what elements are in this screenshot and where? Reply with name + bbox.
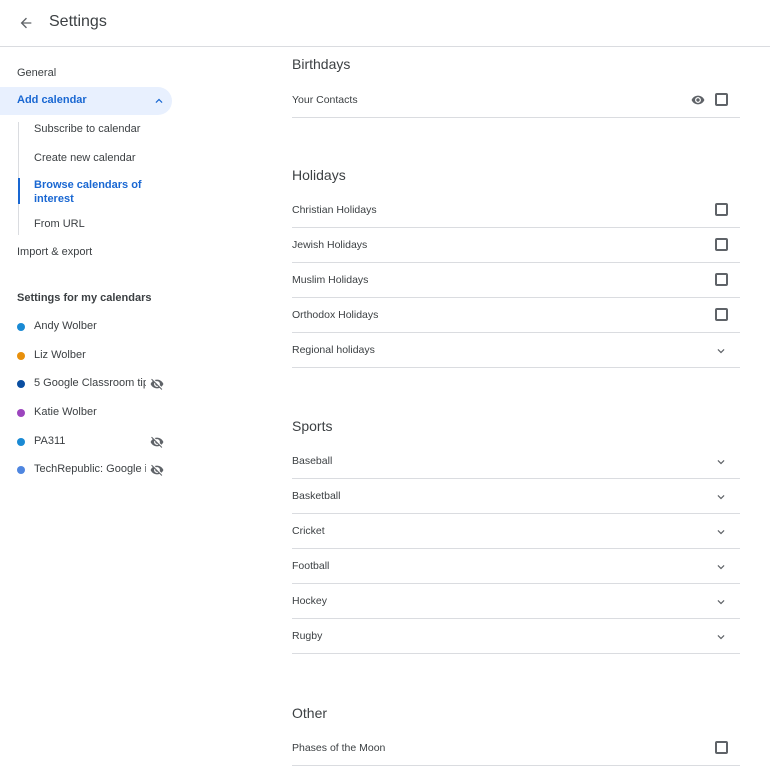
calendar-name: PA311 [34, 435, 66, 447]
active-indicator [18, 178, 20, 204]
expandable-row[interactable]: Basketball [292, 479, 740, 514]
chevron-down-icon[interactable] [714, 344, 728, 358]
sidebar-item-create-calendar[interactable]: Create new calendar [34, 152, 136, 164]
expandable-row-label: Football [292, 560, 330, 572]
calendar-checkbox[interactable] [715, 273, 728, 286]
expandable-row[interactable]: Rugby [292, 619, 740, 654]
sidebar-calendar-item[interactable]: PA311 [0, 432, 172, 452]
calendar-option-row[interactable]: Phases of the Moon [292, 731, 740, 766]
calendar-option-label: Phases of the Moon [292, 742, 386, 754]
chevron-down-icon[interactable] [714, 630, 728, 644]
section-title-birthdays: Birthdays [292, 56, 351, 72]
calendar-checkbox[interactable] [715, 203, 728, 216]
chevron-down-icon[interactable] [714, 455, 728, 469]
expandable-row[interactable]: Football [292, 549, 740, 584]
expandable-row[interactable]: Regional holidays [292, 333, 740, 368]
expandable-row-label: Rugby [292, 630, 323, 642]
back-button[interactable] [14, 11, 38, 35]
eye-off-icon [150, 378, 164, 390]
page-title: Settings [49, 13, 107, 30]
sidebar-item-browse-calendars[interactable]: Browse calendars of interest [34, 178, 154, 206]
eye-off-icon [150, 464, 164, 476]
chevron-down-icon[interactable] [714, 595, 728, 609]
chevron-down-icon[interactable] [714, 560, 728, 574]
eye-off-icon [150, 436, 164, 448]
calendar-option-label: Muslim Holidays [292, 274, 369, 286]
section-title-other: Other [292, 705, 328, 721]
calendar-checkbox[interactable] [715, 93, 728, 106]
expandable-row[interactable]: Hockey [292, 584, 740, 619]
expandable-row-label: Regional holidays [292, 344, 375, 356]
calendar-option-label: Christian Holidays [292, 204, 377, 216]
calendar-option-row[interactable]: Jewish Holidays [292, 228, 740, 263]
expandable-row-label: Basketball [292, 490, 341, 502]
sidebar-calendar-item[interactable]: Liz Wolber [0, 346, 172, 366]
calendar-checkbox[interactable] [715, 741, 728, 754]
sidebar-item-label: Browse calendars of [34, 179, 142, 191]
sidebar-item-import-export[interactable]: Import & export [17, 246, 92, 258]
calendar-name: Katie Wolber [34, 406, 97, 418]
arrow-back-icon [20, 17, 32, 29]
section-title-sports: Sports [292, 418, 333, 434]
sidebar-item-from-url[interactable]: From URL [34, 218, 85, 230]
calendar-option-row[interactable]: Your Contacts [292, 83, 740, 118]
expandable-row[interactable]: Baseball [292, 444, 740, 479]
calendar-option-row[interactable]: Orthodox Holidays [292, 298, 740, 333]
calendar-color-dot [17, 438, 25, 446]
calendar-name: Liz Wolber [34, 349, 86, 361]
sidebar-item-add-calendar[interactable]: Add calendar [0, 87, 172, 115]
calendar-name: 5 Google Classroom tips [34, 377, 146, 389]
calendar-name: Andy Wolber [34, 320, 97, 332]
expandable-row[interactable]: Cricket [292, 514, 740, 549]
calendar-option-label: Your Contacts [292, 94, 358, 106]
expandable-row-label: Cricket [292, 525, 325, 537]
calendar-checkbox[interactable] [715, 308, 728, 321]
chevron-down-icon[interactable] [714, 525, 728, 539]
sidebar-item-subscribe[interactable]: Subscribe to calendar [34, 123, 140, 135]
calendar-option-row[interactable]: Christian Holidays [292, 193, 740, 228]
calendar-option-label: Jewish Holidays [292, 239, 368, 251]
eye-icon[interactable] [690, 93, 706, 107]
chevron-up-icon[interactable] [152, 94, 166, 108]
sidebar-item-label: interest [34, 193, 74, 205]
calendar-color-dot [17, 352, 25, 360]
section-title-holidays: Holidays [292, 167, 346, 183]
calendar-option-row[interactable]: Muslim Holidays [292, 263, 740, 298]
sidebar-calendar-item[interactable]: 5 Google Classroom tips [0, 374, 172, 394]
expandable-row-label: Hockey [292, 595, 328, 607]
sidebar-item-label: Add calendar [17, 94, 87, 106]
calendar-color-dot [17, 380, 25, 388]
sidebar-item-general[interactable]: General [17, 67, 56, 79]
app-header: Settings [0, 0, 770, 47]
sidebar-calendar-item[interactable]: Andy Wolber [0, 317, 172, 337]
calendar-name: TechRepublic: Google i... [34, 463, 146, 475]
calendar-color-dot [17, 409, 25, 417]
sidebar-calendar-item[interactable]: Katie Wolber [0, 403, 172, 423]
calendar-option-label: Orthodox Holidays [292, 309, 379, 321]
my-calendars-heading: Settings for my calendars [17, 292, 152, 304]
calendar-color-dot [17, 323, 25, 331]
expandable-row-label: Baseball [292, 455, 333, 467]
calendar-color-dot [17, 466, 25, 474]
sidebar-calendar-item[interactable]: TechRepublic: Google i... [0, 460, 172, 480]
chevron-down-icon[interactable] [714, 490, 728, 504]
calendar-checkbox[interactable] [715, 238, 728, 251]
